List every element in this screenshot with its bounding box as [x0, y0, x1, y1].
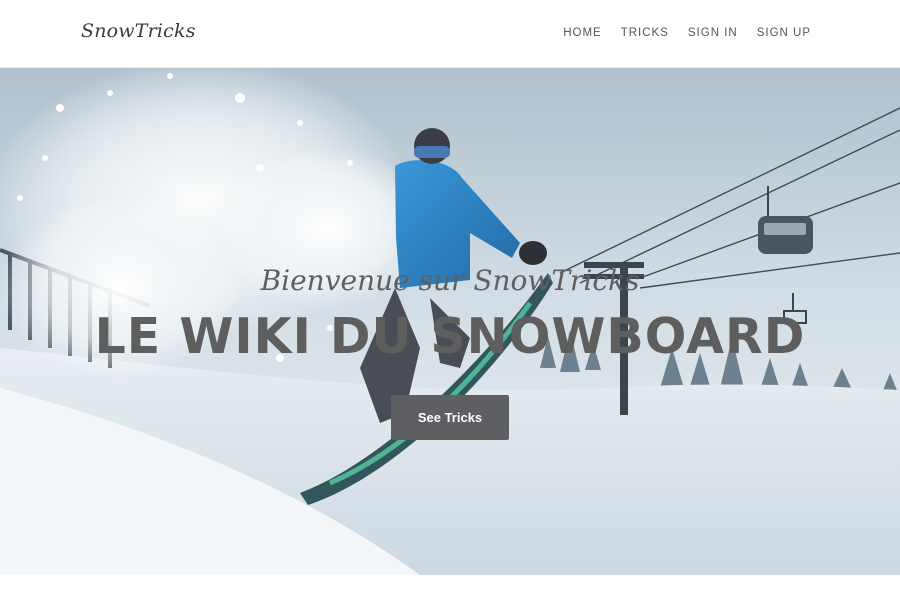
hero-section: Bienvenue sur SnowTricks LE WIKI DU SNOW…: [0, 68, 900, 575]
nav-link-sign-in[interactable]: SIGN IN: [688, 27, 738, 39]
hero-title: LE WIKI DU SNOWBOARD: [94, 308, 806, 365]
navbar: SnowTricks HOME TRICKS SIGN IN SIGN UP: [0, 0, 900, 68]
nav-link-tricks[interactable]: TRICKS: [621, 27, 669, 39]
hero-subtitle: Bienvenue sur SnowTricks: [260, 264, 640, 297]
nav-links: HOME TRICKS SIGN IN SIGN UP: [563, 27, 811, 39]
nav-link-home[interactable]: HOME: [563, 27, 602, 39]
brand-logo[interactable]: SnowTricks: [81, 20, 196, 42]
see-tricks-button[interactable]: See Tricks: [391, 395, 509, 440]
page-bottom-strip: [0, 575, 900, 600]
nav-link-sign-up[interactable]: SIGN UP: [757, 27, 811, 39]
